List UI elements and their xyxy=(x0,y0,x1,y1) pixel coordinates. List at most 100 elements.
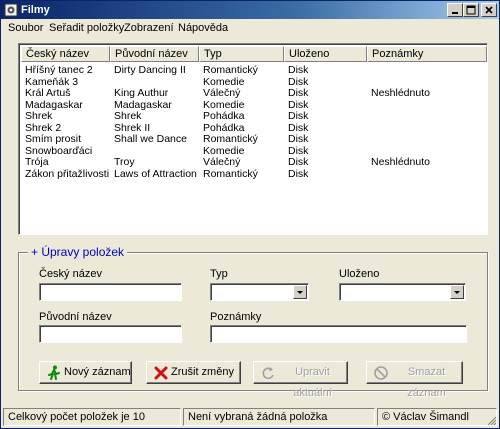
label-notes: Poznámky xyxy=(210,311,262,323)
list-cell: Snowboarďáci xyxy=(25,144,93,157)
list-row[interactable]: Král Artuš King Authur Válečný Disk Neshlédn… xyxy=(21,87,487,99)
list-cell: Madagaskar xyxy=(25,98,83,111)
title-bar[interactable]: Filmy xyxy=(1,1,499,19)
column-original-name[interactable]: Původní název xyxy=(110,46,199,62)
list-cell: Shrek xyxy=(25,110,53,122)
menu-napoveda[interactable]: Nápověda xyxy=(178,21,228,35)
list-cell: Pohádka xyxy=(203,121,245,134)
list-cell: Trója xyxy=(25,156,49,168)
list-cell: Disk xyxy=(288,167,309,180)
list-cell: Disk xyxy=(288,133,309,145)
column-type[interactable]: Typ xyxy=(199,46,284,62)
list-cell: Kameňák 3 xyxy=(25,75,79,88)
film-app-icon xyxy=(4,3,18,17)
list-cell: Disk xyxy=(288,144,309,157)
list-row[interactable]: Hříšný tanec 2 Dirty Dancing II Romantický… xyxy=(21,64,487,76)
list-row[interactable]: Shrek 2 Shrek II Pohádka Disk xyxy=(21,122,487,134)
list-cell: Král Artuš xyxy=(25,87,71,99)
maximize-button[interactable] xyxy=(463,3,479,17)
minimize-button[interactable] xyxy=(447,3,463,17)
list-cell: Disk xyxy=(288,87,309,99)
list-cell: Romantický xyxy=(203,133,258,145)
maximize-icon xyxy=(466,5,476,15)
list-cell: Smím prosit xyxy=(25,133,82,145)
list-cell: Shrek 2 xyxy=(25,121,62,134)
cancel-changes-label: Zrušit změny xyxy=(171,366,234,378)
list-row[interactable]: Smím prosit Shall we Dance Romantický Disk xyxy=(21,133,487,145)
stored-combobox[interactable] xyxy=(339,283,466,301)
list-row[interactable]: Snowboarďáci Komedie Disk xyxy=(21,145,487,157)
original-name-input[interactable] xyxy=(39,325,182,343)
update-record-label: Upravit aktuální xyxy=(293,366,332,399)
delete-record-button[interactable]: Smazat záznam xyxy=(366,361,463,399)
list-header: Český název Původní název Typ Uloženo Po… xyxy=(21,46,487,62)
list-cell: Disk xyxy=(288,110,309,122)
list-cell: Disk xyxy=(288,156,309,168)
new-record-button[interactable]: Nový záznam xyxy=(39,361,132,384)
menu-zobrazeni[interactable]: Zobrazení xyxy=(124,21,174,35)
close-button[interactable] xyxy=(481,3,497,17)
cancel-changes-button[interactable]: Zrušit změny xyxy=(146,361,241,384)
list-cell: Pohádka xyxy=(203,110,245,122)
refresh-icon xyxy=(262,367,274,380)
close-icon xyxy=(485,6,493,14)
list-cell: Shrek II xyxy=(114,121,151,134)
column-czech-name[interactable]: Český název xyxy=(21,46,110,62)
list-row[interactable]: Shrek Shrek Pohádka Disk xyxy=(21,110,487,122)
type-combobox[interactable] xyxy=(210,283,309,301)
status-count: Celkový počet položek je 10 xyxy=(3,408,181,426)
list-cell: Shrek xyxy=(114,110,142,122)
list-cell: Troy xyxy=(114,156,135,168)
status-bar: Celkový počet položek je 10 Není vybraná… xyxy=(1,406,499,428)
list-cell: Disk xyxy=(288,98,309,111)
list-cell: Romantický xyxy=(203,167,258,180)
list-cell: Hříšný tanec 2 xyxy=(25,64,93,76)
notes-input[interactable] xyxy=(210,325,467,343)
list-row[interactable]: Trója Troy Válečný Disk Neshlédnuto xyxy=(21,156,487,168)
running-man-icon xyxy=(48,365,60,380)
list-cell: Komedie xyxy=(203,144,245,157)
window-title: Filmy xyxy=(21,4,50,16)
label-original-name: Původní název xyxy=(39,311,112,323)
list-cell: Válečný xyxy=(203,156,241,168)
list-cell: Laws of Attraction xyxy=(114,167,197,180)
list-row[interactable]: Madagaskar Madagaskar Komedie Disk xyxy=(21,99,487,111)
delete-record-label: Smazat záznam xyxy=(407,366,446,399)
list-cell: Disk xyxy=(288,64,309,76)
new-record-label: Nový záznam xyxy=(64,366,131,378)
list-row[interactable]: Zákon přitažlivosti Laws of Attraction Rom… xyxy=(21,168,487,180)
main-window: Filmy Soubor Seřadit položky Zobrazení N… xyxy=(0,0,500,429)
minimize-icon xyxy=(452,12,458,14)
column-notes[interactable]: Poznámky xyxy=(367,46,487,62)
movie-list[interactable]: Český název Původní název Typ Uloženo Po… xyxy=(18,43,488,235)
list-cell: Madagaskar xyxy=(114,98,172,111)
status-selection: Není vybraná žádná položka xyxy=(183,408,375,426)
label-type: Typ xyxy=(210,268,228,280)
no-entry-icon xyxy=(374,366,388,380)
chevron-down-icon[interactable] xyxy=(293,285,307,299)
list-cell: Romantický xyxy=(203,64,258,76)
column-stored[interactable]: Uloženo xyxy=(284,46,367,62)
edit-group-title: + Úpravy položek xyxy=(28,245,128,259)
menu-seradit[interactable]: Seřadit položky xyxy=(49,21,124,35)
resize-grip-icon[interactable] xyxy=(485,414,497,426)
list-cell: King Authur xyxy=(114,87,169,99)
list-cell: Válečný xyxy=(203,87,241,99)
list-cell: Disk xyxy=(288,75,309,88)
list-cell: Neshlédnuto xyxy=(371,87,430,99)
list-cell: Komedie xyxy=(203,75,245,88)
czech-name-input[interactable] xyxy=(39,283,182,301)
menu-bar: Soubor Seřadit položky Zobrazení Nápověd… xyxy=(1,19,499,37)
list-cell: Dirty Dancing II xyxy=(114,64,186,76)
chevron-down-icon[interactable] xyxy=(450,285,464,299)
list-cell: Neshlédnuto xyxy=(371,156,430,168)
status-author: © Václav Šimandl xyxy=(377,408,497,426)
list-cell: Komedie xyxy=(203,98,245,111)
menu-soubor[interactable]: Soubor xyxy=(8,21,43,35)
label-stored: Uloženo xyxy=(339,268,380,280)
list-cell: Zákon přitažlivosti xyxy=(25,167,110,180)
list-row[interactable]: Kameňák 3 Komedie Disk xyxy=(21,76,487,88)
update-record-button[interactable]: Upravit aktuální xyxy=(253,361,348,399)
list-cell: Disk xyxy=(288,121,309,134)
label-czech-name: Český název xyxy=(39,268,102,280)
